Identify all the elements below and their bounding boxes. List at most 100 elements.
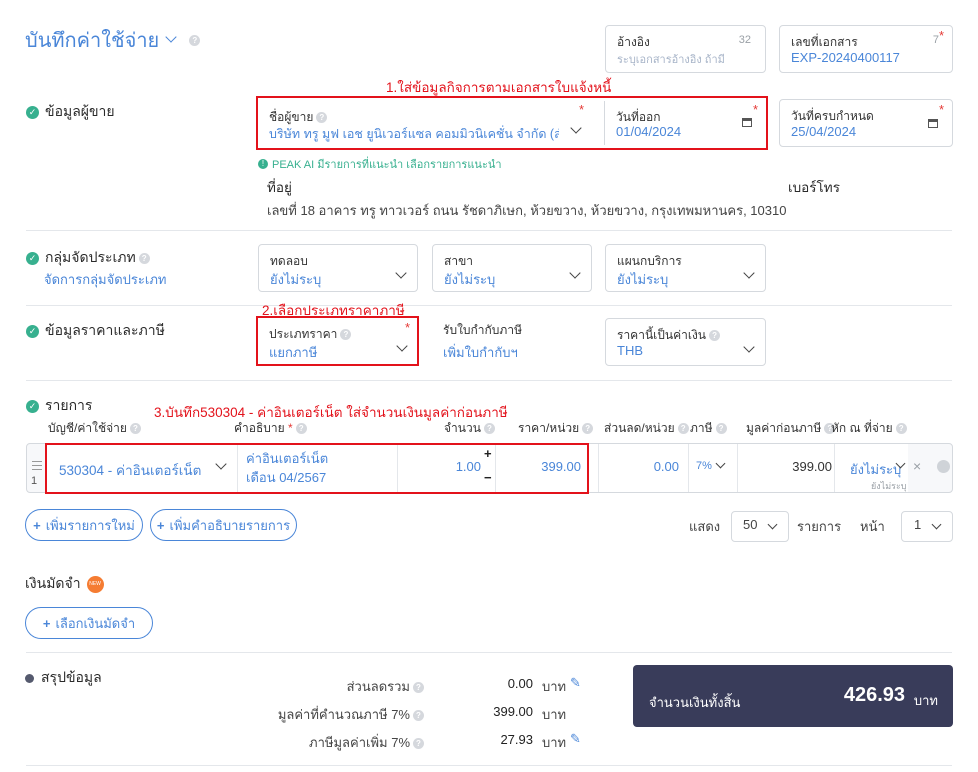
col-sep [834,444,835,492]
deposit-title-text: เงินมัดจำ [25,575,81,591]
due-date-value: 25/04/2024 [791,124,857,139]
help-icon: ? [189,34,201,46]
plus-icon: + [156,517,165,533]
reference-field[interactable]: อ้างอิง 32 ระบุเอกสารอ้างอิง ถ้ามี [605,25,766,73]
chevron-down-icon [715,458,726,469]
due-date-field[interactable]: วันที่ครบกำหนด * 25/04/2024 [779,99,953,147]
add-item-button[interactable]: + เพิ่มรายการใหม่ [25,509,143,541]
pie-chart-icon[interactable] [937,460,950,473]
wht-select[interactable]: ยังไม่ระบุ [850,459,901,480]
page-label: หน้า [860,519,885,534]
category-value: ยังไม่ระบุ [270,272,322,287]
summary-unit: บาท [542,679,567,694]
select-deposit-button[interactable]: + เลือกเงินมัดจำ [25,607,153,639]
required-mark: * [938,28,944,43]
page-title[interactable]: บันทึกค่าใช้จ่าย ? [25,24,201,56]
check-circle-icon: ✓ [26,399,39,413]
withholding-link[interactable]: เพิ่มใบกำกับฯ [443,342,518,363]
address-value: เลขที่ 18 อาคาร ทรู ทาวเวอร์ ถนน รัชดาภิ… [267,203,787,218]
currency-field[interactable]: ราคานี้เป็นค่าเงิน? THB [605,318,766,366]
plus-icon: + [33,517,41,533]
col-wht: หัก ณ ที่จ่าย? [831,419,907,438]
pricing-section-label: ข้อมูลราคาและภาษี [45,322,165,338]
items-label: รายการ [797,519,842,534]
vendor-section-label: ข้อมูลผู้ขาย [45,103,115,119]
chevron-down-icon [165,31,177,43]
col-amount: มูลค่าก่อนภาษี? [746,419,836,438]
chevron-down-icon [743,341,755,353]
reference-counter: 32 [738,34,751,46]
required-mark: * [938,102,944,117]
add-item-label: เพิ่มรายการใหม่ [45,517,135,533]
category-field-2[interactable]: สาขา ยังไม่ระบุ [432,244,592,292]
reference-placeholder: ระบุเอกสารอ้างอิง ถ้ามี [617,54,725,66]
category-field-3[interactable]: แผนกบริการ ยังไม่ระบุ [605,244,766,292]
summary-unit: บาท [542,735,567,750]
col-qty: จำนวน? [444,419,495,438]
summary-title: สรุปข้อมูล [25,667,102,689]
section-divider [26,652,952,653]
summary-value: 399.00 [493,704,533,719]
show-label: แสดง [689,519,721,534]
total-unit: บาท [913,693,938,708]
ai-hint[interactable]: ! PEAK AI มีรายการที่แนะนำ เลือกรายการแน… [258,155,502,173]
wht-subtext: ยังไม่ระบุ [871,481,907,491]
chevron-down-icon [395,267,407,279]
summary-row: มูลค่าที่คำนวณภาษี 7%? 399.00 บาท [260,704,590,722]
col-vat: ภาษี? [690,419,727,438]
annotation-box-3 [45,443,589,494]
phone-label: เบอร์โทร [788,180,840,195]
calendar-icon [928,119,938,128]
manage-category-link[interactable]: จัดการกลุ่มจัดประเภท [44,269,166,290]
page-select[interactable]: 1 [901,511,953,542]
page-size-value: 50 [743,517,758,532]
category-field-1[interactable]: ทดลอบ ยังไม่ระบุ [258,244,418,292]
row-index: 1 [31,475,38,487]
help-icon: ? [138,252,150,264]
annotation-1: 1.ใส่ข้อมูลกิจการตามเอกสารใบแจ้งหนี้ [386,80,612,95]
check-circle-icon: ✓ [26,105,39,119]
summary-value: 27.93 [500,732,533,747]
category-section-title: ✓ กลุ่มจัดประเภท ? [26,247,150,269]
ai-hint-text: PEAK AI มีรายการที่แนะนำ เลือกรายการแนะน… [272,159,502,171]
summary-title-text: สรุปข้อมูล [41,669,102,685]
withholding-label: รับใบกำกับภาษี [443,323,522,337]
doc-number-value: EXP-20240400117 [791,50,900,65]
check-circle-icon: ✓ [26,251,39,265]
pencil-icon[interactable]: ✎ [570,731,581,747]
summary-value: 0.00 [507,676,533,691]
new-badge: NEW [86,575,104,593]
address-label: ที่อยู่ [267,180,292,195]
items-section-label: รายการ [45,397,93,413]
items-section-title: ✓ รายการ [26,395,92,417]
summary-label: มูลค่าที่คำนวณภาษี 7%? [278,704,424,725]
total-label: จำนวนเงินทั้งสิ้น [649,695,741,710]
annotation-box-2 [256,316,419,366]
drag-handle-icon[interactable] [32,461,42,470]
doc-number-field[interactable]: เลขที่เอกสาร 7 * EXP-20240400117 [779,25,953,73]
section-divider [26,380,952,381]
summary-row: ภาษีมูลค่าเพิ่ม 7%? 27.93 บาท ✎ [260,731,590,753]
vat-select[interactable]: 7% [696,460,712,472]
amount-value: 399.00 [792,459,832,474]
summary-label: ภาษีมูลค่าเพิ่ม 7%? [309,732,424,753]
category-section-label: กลุ่มจัดประเภท [45,249,136,265]
section-divider [26,765,952,766]
col-description: คำอธิบาย *? [234,419,307,438]
discount-input[interactable]: 0.00 [654,459,679,474]
select-deposit-label: เลือกเงินมัดจำ [55,615,136,631]
section-divider [26,305,952,306]
total-value: 426.93 [843,684,905,706]
pencil-icon[interactable]: ✎ [570,675,581,691]
col-discount: ส่วนลด/หน่วย? [604,419,689,438]
page-size-select[interactable]: 50 [731,511,789,542]
annotation-box-1 [256,96,768,150]
currency-value: THB [617,343,643,358]
info-icon: ! [258,159,268,169]
add-description-button[interactable]: + เพิ่มคำอธิบายรายการ [150,509,297,541]
summary-row: ส่วนลดรวม? 0.00 บาท ✎ [260,675,590,694]
summary-unit: บาท [542,707,567,722]
plus-icon: + [42,615,51,631]
delete-row-icon[interactable]: × [913,458,921,474]
category-value: ยังไม่ระบุ [444,272,496,287]
